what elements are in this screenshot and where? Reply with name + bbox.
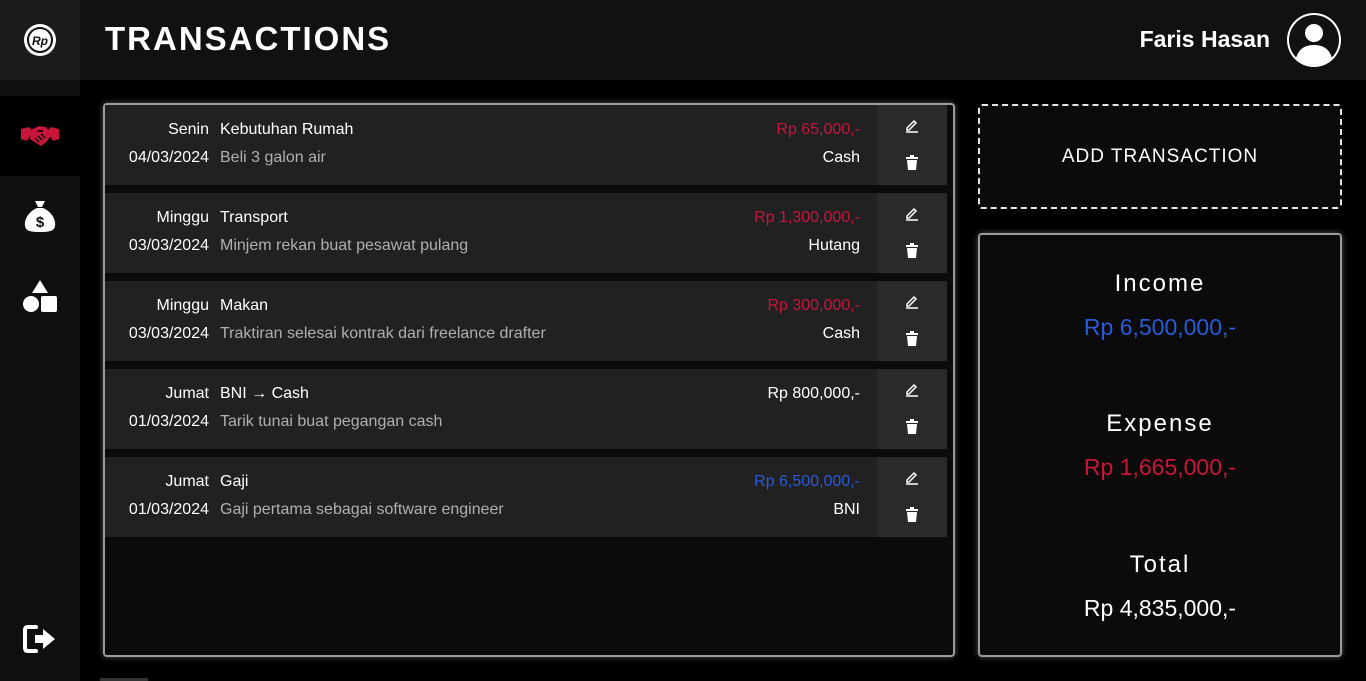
logout-icon <box>23 625 55 653</box>
transaction-description: Minjem rekan buat pesawat pulang <box>220 237 469 254</box>
sidebar-item-budget[interactable]: $ <box>0 176 80 256</box>
transaction-row[interactable]: Jumat 01/03/2024 Gaji Gaji pertama sebag… <box>105 457 947 537</box>
trash-icon <box>906 507 918 522</box>
pencil-icon <box>906 471 918 485</box>
transaction-description: Traktiran selesai kontrak dari freelance… <box>220 325 546 342</box>
pencil-icon <box>906 207 918 221</box>
transaction-day: Minggu <box>156 297 209 314</box>
transaction-date: 01/03/2024 <box>128 413 209 430</box>
delete-button[interactable] <box>902 417 922 437</box>
income-label: Income <box>1114 270 1206 297</box>
transaction-date: 01/03/2024 <box>128 501 209 518</box>
transaction-day: Senin <box>168 121 209 138</box>
transaction-day: Jumat <box>165 385 209 402</box>
transaction-day: Minggu <box>156 209 209 226</box>
add-transaction-button[interactable]: ADD TRANSACTION <box>978 104 1342 209</box>
transaction-amount: Rp 300,000,- <box>767 297 860 314</box>
handshake-icon <box>21 126 59 146</box>
summary-panel: Income Rp 6,500,000,- Expense Rp 1,665,0… <box>978 233 1342 657</box>
pencil-icon <box>906 119 918 133</box>
transaction-amount: Rp 800,000,- <box>767 385 860 402</box>
trash-icon <box>906 331 918 346</box>
transaction-actions <box>877 193 947 273</box>
transaction-description: Gaji pertama sebagai software engineer <box>220 501 504 518</box>
transaction-row[interactable]: Senin 04/03/2024 Kebutuhan Rumah Beli 3 … <box>105 105 947 185</box>
transaction-actions <box>877 105 947 185</box>
avatar-icon[interactable] <box>1286 12 1342 68</box>
pencil-icon <box>906 383 918 397</box>
edit-button[interactable] <box>902 379 922 399</box>
pencil-icon <box>906 295 918 309</box>
edit-button[interactable] <box>902 291 922 311</box>
app-root: Rp $ TRANSACTIONS Faris Hasan Senin 04/0… <box>0 0 1366 681</box>
transaction-date: 04/03/2024 <box>128 149 209 166</box>
transaction-category: Makan <box>220 297 269 314</box>
transaction-description: Beli 3 galon air <box>220 149 326 166</box>
transaction-account: Cash <box>822 149 860 166</box>
user-name: Faris Hasan <box>1139 26 1270 52</box>
rupiah-logo-icon: Rp <box>24 24 56 56</box>
transaction-category: BNI → Cash <box>220 385 309 402</box>
transaction-row[interactable]: Minggu 03/03/2024 Transport Minjem rekan… <box>105 193 947 273</box>
transaction-day: Jumat <box>165 473 209 490</box>
sidebar: Rp $ <box>0 0 80 681</box>
header: TRANSACTIONS Faris Hasan <box>80 0 1366 80</box>
trash-icon <box>906 419 918 434</box>
money-bag-icon: $ <box>24 201 56 232</box>
transaction-actions <box>877 281 947 361</box>
income-value: Rp 6,500,000,- <box>1083 314 1237 340</box>
logout-button[interactable] <box>0 599 80 679</box>
expense-label: Expense <box>1106 410 1214 437</box>
trash-icon <box>906 155 918 170</box>
transaction-list: Senin 04/03/2024 Kebutuhan Rumah Beli 3 … <box>103 103 955 657</box>
total-label: Total <box>1129 551 1191 578</box>
transaction-row[interactable]: Jumat 01/03/2024 BNI → Cash Tarik tunai … <box>105 369 947 449</box>
transaction-account: Cash <box>822 325 860 342</box>
transaction-actions <box>877 457 947 537</box>
logo[interactable]: Rp <box>0 0 80 80</box>
page-title: TRANSACTIONS <box>105 20 392 57</box>
transaction-account: BNI <box>833 501 860 518</box>
total-value: Rp 4,835,000,- <box>1083 595 1237 621</box>
transaction-amount: Rp 65,000,- <box>776 121 860 138</box>
transaction-account: Hutang <box>808 237 860 254</box>
transaction-amount: Rp 1,300,000,- <box>754 209 860 226</box>
delete-button[interactable] <box>902 153 922 173</box>
logo-text: Rp <box>32 34 48 48</box>
transaction-date: 03/03/2024 <box>128 237 209 254</box>
trash-icon <box>906 243 918 258</box>
transaction-category: Gaji <box>220 473 249 490</box>
transaction-date: 03/03/2024 <box>128 325 209 342</box>
sidebar-item-categories[interactable] <box>0 256 80 336</box>
delete-button[interactable] <box>902 505 922 525</box>
expense-value: Rp 1,665,000,- <box>1083 454 1237 480</box>
edit-button[interactable] <box>902 467 922 487</box>
edit-button[interactable] <box>902 203 922 223</box>
sidebar-item-transactions[interactable] <box>0 96 80 176</box>
svg-text:$: $ <box>36 214 45 231</box>
delete-button[interactable] <box>902 241 922 261</box>
transaction-amount: Rp 6,500,000,- <box>754 473 860 490</box>
transaction-actions <box>877 369 947 449</box>
transaction-category: Kebutuhan Rumah <box>220 121 354 138</box>
transaction-row[interactable]: Minggu 03/03/2024 Makan Traktiran selesa… <box>105 281 947 361</box>
transaction-description: Tarik tunai buat pegangan cash <box>220 413 443 430</box>
delete-button[interactable] <box>902 329 922 349</box>
edit-button[interactable] <box>902 115 922 135</box>
shapes-icon <box>23 280 57 312</box>
transaction-category: Transport <box>220 209 288 226</box>
